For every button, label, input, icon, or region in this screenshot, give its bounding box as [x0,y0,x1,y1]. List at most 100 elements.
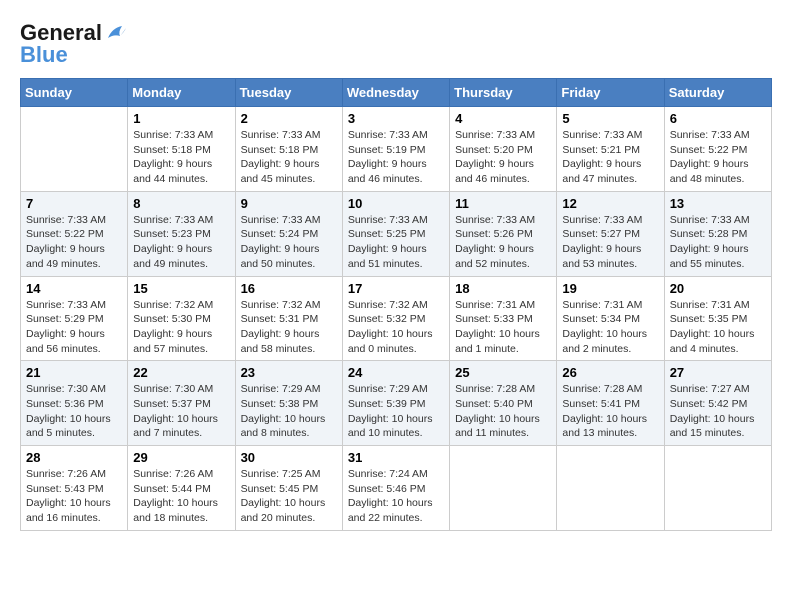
calendar-day-cell: 27 Sunrise: 7:27 AMSunset: 5:42 PMDayligh… [664,361,771,446]
logo: General Blue [20,20,126,68]
day-info: Sunrise: 7:27 AMSunset: 5:42 PMDaylight:… [670,382,766,441]
calendar-header-row: SundayMondayTuesdayWednesdayThursdayFrid… [21,79,772,107]
calendar-day-cell [664,446,771,531]
day-number: 19 [562,281,658,296]
day-info: Sunrise: 7:26 AMSunset: 5:44 PMDaylight:… [133,467,229,526]
calendar-day-cell: 13 Sunrise: 7:33 AMSunset: 5:28 PMDayligh… [664,191,771,276]
day-number: 9 [241,196,337,211]
calendar-week-row: 1 Sunrise: 7:33 AMSunset: 5:18 PMDaylight… [21,107,772,192]
day-number: 10 [348,196,444,211]
day-info: Sunrise: 7:33 AMSunset: 5:24 PMDaylight:… [241,213,337,272]
day-number: 4 [455,111,551,126]
day-info: Sunrise: 7:33 AMSunset: 5:28 PMDaylight:… [670,213,766,272]
calendar-day-cell: 31 Sunrise: 7:24 AMSunset: 5:46 PMDayligh… [342,446,449,531]
day-info: Sunrise: 7:33 AMSunset: 5:21 PMDaylight:… [562,128,658,187]
day-number: 20 [670,281,766,296]
calendar-day-cell [557,446,664,531]
calendar-day-cell: 28Sunrise: 7:26 AMSunset: 5:43 PMDayligh… [21,446,128,531]
calendar-day-cell: 20 Sunrise: 7:31 AMSunset: 5:35 PMDayligh… [664,276,771,361]
weekday-header: Monday [128,79,235,107]
calendar-day-cell: 11 Sunrise: 7:33 AMSunset: 5:26 PMDayligh… [450,191,557,276]
day-number: 27 [670,365,766,380]
day-info: Sunrise: 7:33 AMSunset: 5:23 PMDaylight:… [133,213,229,272]
day-number: 30 [241,450,337,465]
calendar-day-cell: 7Sunrise: 7:33 AMSunset: 5:22 PMDaylight… [21,191,128,276]
calendar-day-cell: 8 Sunrise: 7:33 AMSunset: 5:23 PMDaylight… [128,191,235,276]
day-info: Sunrise: 7:33 AMSunset: 5:22 PMDaylight:… [670,128,766,187]
day-info: Sunrise: 7:29 AMSunset: 5:39 PMDaylight:… [348,382,444,441]
day-info: Sunrise: 7:31 AMSunset: 5:35 PMDaylight:… [670,298,766,357]
day-number: 1 [133,111,229,126]
calendar-day-cell: 12 Sunrise: 7:33 AMSunset: 5:27 PMDayligh… [557,191,664,276]
day-number: 26 [562,365,658,380]
day-number: 23 [241,365,337,380]
calendar-day-cell: 18 Sunrise: 7:31 AMSunset: 5:33 PMDayligh… [450,276,557,361]
day-number: 2 [241,111,337,126]
day-info: Sunrise: 7:32 AMSunset: 5:31 PMDaylight:… [241,298,337,357]
calendar-day-cell: 29 Sunrise: 7:26 AMSunset: 5:44 PMDayligh… [128,446,235,531]
calendar-day-cell: 30 Sunrise: 7:25 AMSunset: 5:45 PMDayligh… [235,446,342,531]
day-number: 6 [670,111,766,126]
day-number: 28 [26,450,122,465]
calendar-day-cell: 3Sunrise: 7:33 AMSunset: 5:19 PMDaylight… [342,107,449,192]
calendar-day-cell: 5Sunrise: 7:33 AMSunset: 5:21 PMDaylight… [557,107,664,192]
logo-bird-icon [104,24,126,42]
calendar-day-cell: 2 Sunrise: 7:33 AMSunset: 5:18 PMDaylight… [235,107,342,192]
day-info: Sunrise: 7:31 AMSunset: 5:34 PMDaylight:… [562,298,658,357]
day-info: Sunrise: 7:33 AMSunset: 5:27 PMDaylight:… [562,213,658,272]
calendar-day-cell [450,446,557,531]
day-info: Sunrise: 7:33 AMSunset: 5:18 PMDaylight:… [241,128,337,187]
day-info: Sunrise: 7:33 AMSunset: 5:25 PMDaylight:… [348,213,444,272]
calendar-week-row: 7Sunrise: 7:33 AMSunset: 5:22 PMDaylight… [21,191,772,276]
day-info: Sunrise: 7:33 AMSunset: 5:22 PMDaylight:… [26,213,122,272]
day-number: 29 [133,450,229,465]
day-number: 11 [455,196,551,211]
day-number: 22 [133,365,229,380]
day-info: Sunrise: 7:33 AMSunset: 5:29 PMDaylight:… [26,298,122,357]
day-info: Sunrise: 7:28 AMSunset: 5:41 PMDaylight:… [562,382,658,441]
day-number: 15 [133,281,229,296]
day-number: 13 [670,196,766,211]
page-header: General Blue [20,20,772,68]
day-info: Sunrise: 7:32 AMSunset: 5:32 PMDaylight:… [348,298,444,357]
day-info: Sunrise: 7:33 AMSunset: 5:20 PMDaylight:… [455,128,551,187]
calendar-day-cell: 4 Sunrise: 7:33 AMSunset: 5:20 PMDaylight… [450,107,557,192]
day-info: Sunrise: 7:24 AMSunset: 5:46 PMDaylight:… [348,467,444,526]
calendar-day-cell: 14Sunrise: 7:33 AMSunset: 5:29 PMDayligh… [21,276,128,361]
day-info: Sunrise: 7:28 AMSunset: 5:40 PMDaylight:… [455,382,551,441]
calendar-week-row: 21 Sunrise: 7:30 AMSunset: 5:36 PMDayligh… [21,361,772,446]
day-info: Sunrise: 7:33 AMSunset: 5:18 PMDaylight:… [133,128,229,187]
day-number: 16 [241,281,337,296]
day-info: Sunrise: 7:32 AMSunset: 5:30 PMDaylight:… [133,298,229,357]
logo-blue: Blue [20,42,68,68]
calendar-day-cell: 25Sunrise: 7:28 AMSunset: 5:40 PMDayligh… [450,361,557,446]
day-number: 18 [455,281,551,296]
day-number: 17 [348,281,444,296]
day-info: Sunrise: 7:29 AMSunset: 5:38 PMDaylight:… [241,382,337,441]
calendar-day-cell: 9 Sunrise: 7:33 AMSunset: 5:24 PMDaylight… [235,191,342,276]
calendar-day-cell: 1 Sunrise: 7:33 AMSunset: 5:18 PMDaylight… [128,107,235,192]
weekday-header: Sunday [21,79,128,107]
weekday-header: Friday [557,79,664,107]
day-number: 31 [348,450,444,465]
calendar-day-cell: 17 Sunrise: 7:32 AMSunset: 5:32 PMDayligh… [342,276,449,361]
calendar-day-cell: 16 Sunrise: 7:32 AMSunset: 5:31 PMDayligh… [235,276,342,361]
calendar-day-cell: 24 Sunrise: 7:29 AMSunset: 5:39 PMDayligh… [342,361,449,446]
day-number: 24 [348,365,444,380]
calendar-week-row: 14Sunrise: 7:33 AMSunset: 5:29 PMDayligh… [21,276,772,361]
calendar-table: SundayMondayTuesdayWednesdayThursdayFrid… [20,78,772,531]
day-info: Sunrise: 7:25 AMSunset: 5:45 PMDaylight:… [241,467,337,526]
day-number: 21 [26,365,122,380]
calendar-day-cell: 26 Sunrise: 7:28 AMSunset: 5:41 PMDayligh… [557,361,664,446]
day-info: Sunrise: 7:31 AMSunset: 5:33 PMDaylight:… [455,298,551,357]
calendar-day-cell: 23 Sunrise: 7:29 AMSunset: 5:38 PMDayligh… [235,361,342,446]
day-info: Sunrise: 7:33 AMSunset: 5:26 PMDaylight:… [455,213,551,272]
day-info: Sunrise: 7:30 AMSunset: 5:37 PMDaylight:… [133,382,229,441]
day-number: 12 [562,196,658,211]
day-info: Sunrise: 7:33 AMSunset: 5:19 PMDaylight:… [348,128,444,187]
calendar-day-cell [21,107,128,192]
calendar-day-cell: 21 Sunrise: 7:30 AMSunset: 5:36 PMDayligh… [21,361,128,446]
day-number: 8 [133,196,229,211]
weekday-header: Wednesday [342,79,449,107]
day-info: Sunrise: 7:30 AMSunset: 5:36 PMDaylight:… [26,382,122,441]
